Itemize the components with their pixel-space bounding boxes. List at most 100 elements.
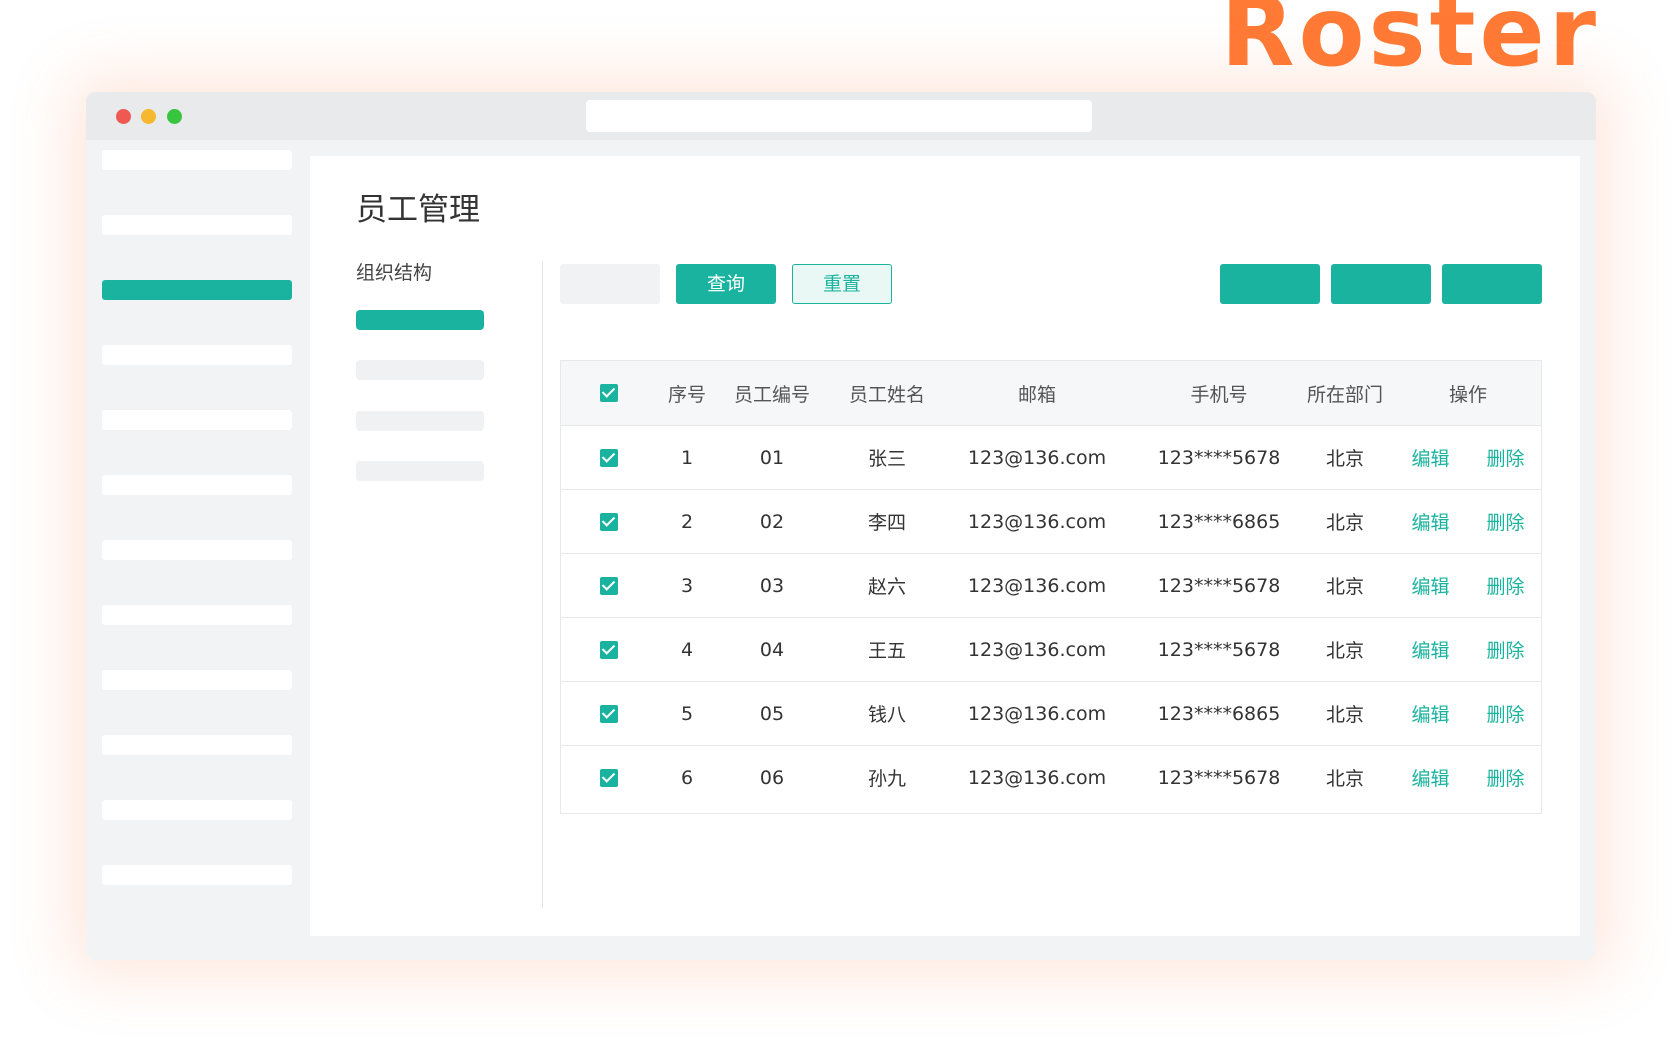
vertical-divider: [542, 262, 543, 908]
maximize-window-button[interactable]: [167, 109, 182, 124]
cell-department: 北京: [1325, 448, 1364, 470]
sidebar-item[interactable]: [102, 800, 292, 820]
main-panel: 员工管理 组织结构 查询 重置 序号 员工编号 员工姓名 邮箱 手机号 所在部门…: [310, 156, 1580, 936]
org-tree-item[interactable]: [356, 360, 484, 380]
cell-phone: 123****6865: [1157, 510, 1281, 533]
edit-cell: 编辑: [1393, 682, 1468, 745]
delete-cell: 删除: [1468, 426, 1543, 489]
delete-cell: 删除: [1468, 618, 1543, 681]
table-row: 6 06 孙九 123@136.com 123****5678 北京 编辑 删除: [561, 745, 1541, 809]
delete-link[interactable]: 删除: [1486, 700, 1524, 727]
sidebar-item[interactable]: [102, 150, 292, 170]
edit-link[interactable]: 编辑: [1411, 700, 1449, 727]
cell-employee-id: 01: [759, 446, 785, 469]
cell-phone: 123****5678: [1157, 638, 1281, 661]
header-employee-id: 员工编号: [733, 383, 810, 406]
table-row: 2 02 李四 123@136.com 123****6865 北京 编辑 删除: [561, 489, 1541, 553]
row-select-cell: [561, 682, 657, 745]
row-checkbox[interactable]: [600, 576, 618, 595]
cell-employee-id: 04: [759, 638, 785, 661]
row-select-cell: [561, 490, 657, 553]
sidebar-item[interactable]: [102, 345, 292, 365]
header-employee-name: 员工姓名: [848, 383, 925, 406]
delete-link[interactable]: 删除: [1486, 764, 1524, 791]
action-button-2[interactable]: [1331, 264, 1431, 304]
action-button-3[interactable]: [1442, 264, 1542, 304]
row-select-cell: [561, 746, 657, 809]
action-button-1[interactable]: [1220, 264, 1320, 304]
cell-employee-name: 王五: [867, 640, 906, 662]
delete-link[interactable]: 删除: [1486, 444, 1524, 471]
org-tree-item[interactable]: [356, 411, 484, 431]
employee-table: 序号 员工编号 员工姓名 邮箱 手机号 所在部门 操作 1 01 张三 123@…: [560, 360, 1542, 814]
cell-employee-id: 06: [759, 766, 785, 789]
cell-department: 北京: [1325, 512, 1364, 534]
sidebar-item[interactable]: [102, 865, 292, 885]
cell-employee-name: 孙九: [867, 768, 906, 790]
sidebar-item[interactable]: [102, 735, 292, 755]
sidebar-item[interactable]: [102, 605, 292, 625]
cell-department: 北京: [1325, 576, 1364, 598]
edit-cell: 编辑: [1393, 554, 1468, 617]
org-tree-title: 组织结构: [356, 262, 433, 284]
delete-cell: 删除: [1468, 746, 1543, 809]
row-checkbox[interactable]: [600, 640, 618, 659]
cell-department: 北京: [1325, 704, 1364, 726]
cell-phone: 123****5678: [1157, 446, 1281, 469]
sidebar-item[interactable]: [102, 670, 292, 690]
cell-employee-name: 钱八: [867, 704, 906, 726]
delete-cell: 删除: [1468, 554, 1543, 617]
sidebar-item[interactable]: [102, 410, 292, 430]
minimize-window-button[interactable]: [141, 109, 156, 124]
cell-email: 123@136.com: [967, 510, 1107, 533]
query-button[interactable]: 查询: [676, 264, 776, 304]
sidebar-item[interactable]: [102, 215, 292, 235]
delete-link[interactable]: 删除: [1486, 572, 1524, 599]
cell-index: 5: [680, 702, 694, 725]
edit-cell: 编辑: [1393, 746, 1468, 809]
address-bar[interactable]: [586, 100, 1092, 132]
search-input[interactable]: [560, 264, 660, 304]
table-header-row: 序号 员工编号 员工姓名 邮箱 手机号 所在部门 操作: [561, 361, 1541, 425]
org-tree-item-active[interactable]: [356, 310, 484, 330]
cell-email: 123@136.com: [967, 446, 1107, 469]
row-select-cell: [561, 426, 657, 489]
cell-employee-name: 张三: [867, 448, 906, 470]
cell-email: 123@136.com: [967, 766, 1107, 789]
org-tree-item[interactable]: [356, 461, 484, 481]
cell-employee-name: 李四: [867, 512, 906, 534]
select-all-checkbox[interactable]: [600, 384, 618, 402]
delete-link[interactable]: 删除: [1486, 508, 1524, 535]
cell-department: 北京: [1325, 768, 1364, 790]
stage: Roster 员工管理 组织结构 查询 重置 序号 员工编号 员工姓名 邮箱 手…: [0, 0, 1680, 1046]
row-checkbox[interactable]: [600, 704, 618, 723]
cell-phone: 123****5678: [1157, 574, 1281, 597]
row-select-cell: [561, 618, 657, 681]
sidebar-item-active[interactable]: [102, 280, 292, 300]
cell-index: 2: [680, 510, 694, 533]
edit-link[interactable]: 编辑: [1411, 508, 1449, 535]
sidebar-item[interactable]: [102, 540, 292, 560]
edit-link[interactable]: 编辑: [1411, 572, 1449, 599]
cell-employee-id: 05: [759, 702, 785, 725]
browser-window: 员工管理 组织结构 查询 重置 序号 员工编号 员工姓名 邮箱 手机号 所在部门…: [86, 92, 1596, 960]
table-row: 4 04 王五 123@136.com 123****5678 北京 编辑 删除: [561, 617, 1541, 681]
header-department: 所在部门: [1306, 383, 1383, 406]
edit-link[interactable]: 编辑: [1411, 444, 1449, 471]
row-checkbox[interactable]: [600, 768, 618, 787]
title-bar: [86, 92, 1596, 140]
cell-employee-id: 03: [759, 574, 785, 597]
edit-link[interactable]: 编辑: [1411, 636, 1449, 663]
header-index: 序号: [667, 383, 706, 406]
edit-link[interactable]: 编辑: [1411, 764, 1449, 791]
cell-email: 123@136.com: [967, 638, 1107, 661]
sidebar-item[interactable]: [102, 475, 292, 495]
cell-index: 4: [680, 638, 694, 661]
row-checkbox[interactable]: [600, 512, 618, 531]
header-actions: 操作: [1448, 383, 1487, 406]
close-window-button[interactable]: [116, 109, 131, 124]
reset-button[interactable]: 重置: [792, 264, 892, 304]
delete-link[interactable]: 删除: [1486, 636, 1524, 663]
row-checkbox[interactable]: [600, 448, 618, 467]
row-select-cell: [561, 554, 657, 617]
